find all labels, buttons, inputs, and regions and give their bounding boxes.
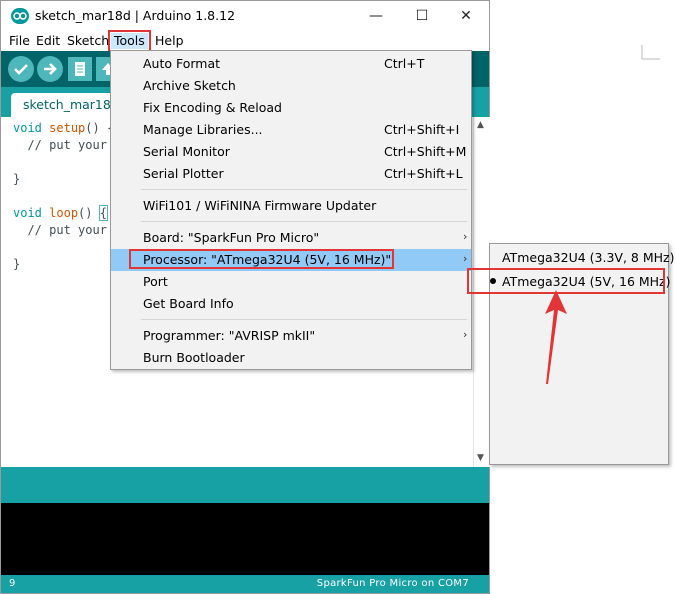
new-sketch-button[interactable] [68,57,92,81]
menu-bar: File Edit Sketch Tools Help [1,30,489,52]
maximize-button[interactable]: ☐ [399,1,445,31]
menu-item-shortcut: Ctrl+Shift+L [384,166,463,181]
menu-item-label: Processor: "ATmega32U4 (5V, 16 MHz)" [143,252,392,267]
scroll-up-icon[interactable]: ▲ [477,120,484,130]
menu-item-label: Get Board Info [143,296,234,311]
menu-item-serial-plotter[interactable]: Serial Plotter Ctrl+Shift+L [111,163,471,185]
code-line: void loop() { [13,205,109,221]
menu-item-shortcut: Ctrl+Shift+M [384,144,467,159]
window-title: sketch_mar18d | Arduino 1.8.12 [35,8,236,23]
function-name: setup [49,121,86,135]
code-line: // put your [13,223,107,237]
menu-item-label: Manage Libraries... [143,122,263,137]
close-button[interactable]: ✕ [443,1,489,31]
console-output[interactable] [1,503,489,575]
menu-item-board[interactable]: Board: "SparkFun Pro Micro" › [111,227,471,249]
code-comment: // put your [27,138,107,152]
submenu-arrow-icon: › [463,252,468,265]
menu-item-auto-format[interactable]: Auto Format Ctrl+T [111,53,471,75]
page-corner-icon [641,45,660,60]
menu-item-label: Serial Monitor [143,144,230,159]
menu-item-label: Burn Bootloader [143,350,245,365]
new-file-icon [75,62,85,76]
menu-separator [141,189,467,190]
menu-item-archive-sketch[interactable]: Archive Sketch [111,75,471,97]
menu-item-label: Programmer: "AVRISP mkII" [143,328,316,343]
code-line: } [13,172,20,186]
keyword: void [13,121,42,135]
arrow-right-icon [44,63,57,75]
menu-edit[interactable]: Edit [33,33,63,49]
menu-item-burn-bootloader[interactable]: Burn Bootloader [111,347,471,369]
menu-item-manage-libraries[interactable]: Manage Libraries... Ctrl+Shift+I [111,119,471,141]
verify-button[interactable] [8,56,34,82]
matched-brace: { [98,205,109,221]
code-text: } [13,172,21,186]
processor-option-3v3[interactable]: ATmega32U4 (3.3V, 8 MHz) [490,247,674,269]
option-label: ATmega32U4 (3.3V, 8 MHz) [502,250,675,265]
menu-sketch[interactable]: Sketch [64,33,112,49]
menu-item-port[interactable]: Port [111,271,471,293]
tools-menu: Auto Format Ctrl+T Archive Sketch Fix En… [110,50,472,370]
status-strip [1,467,489,503]
code-line: void setup() { [13,121,114,135]
scroll-down-icon[interactable]: ▼ [477,453,484,463]
code-line: } [13,257,20,271]
function-name: loop [49,206,79,220]
menu-item-processor[interactable]: Processor: "ATmega32U4 (5V, 16 MHz)" › [111,249,471,271]
tab-sketch[interactable]: sketch_mar18d [11,93,121,117]
menu-item-label: Port [143,274,168,289]
menu-item-fix-encoding[interactable]: Fix Encoding & Reload [111,97,471,119]
menu-item-label: Serial Plotter [143,166,224,181]
menu-item-label: Board: "SparkFun Pro Micro" [143,230,320,245]
menu-separator [141,319,467,320]
menu-separator [141,221,467,222]
code-text: () [78,206,100,220]
menu-item-label: Auto Format [143,56,221,71]
keyword: void [13,206,42,220]
tab-label: sketch_mar18d [23,97,119,112]
menu-item-shortcut: Ctrl+Shift+I [384,122,460,137]
menu-file[interactable]: File [6,33,33,49]
status-footer: 9 SparkFun Pro Micro on COM7 [1,575,489,593]
menu-item-firmware-updater[interactable]: WiFi101 / WiFiNINA Firmware Updater [111,195,471,217]
submenu-arrow-icon: › [463,328,468,341]
submenu-arrow-icon: › [463,230,468,243]
menu-item-label: Archive Sketch [143,78,236,93]
menu-tools[interactable]: Tools [108,30,151,52]
menu-help[interactable]: Help [152,33,187,49]
minimize-button[interactable]: — [353,1,399,31]
code-comment: // put your [27,223,107,237]
checkmark-icon [14,64,28,75]
upload-button[interactable] [37,56,63,82]
menu-item-label: WiFi101 / WiFiNINA Firmware Updater [143,198,377,213]
annotation-arrow-icon [545,290,567,384]
arduino-logo-icon [11,8,29,24]
board-port-status: SparkFun Pro Micro on COM7 [316,578,469,589]
menu-item-serial-monitor[interactable]: Serial Monitor Ctrl+Shift+M [111,141,471,163]
menu-item-label: Fix Encoding & Reload [143,100,282,115]
code-line: // put your [13,138,107,152]
menu-item-programmer[interactable]: Programmer: "AVRISP mkII" › [111,325,471,347]
code-text: } [13,257,21,271]
menu-item-board-info[interactable]: Get Board Info [111,293,471,315]
menu-item-shortcut: Ctrl+T [384,56,425,71]
line-number: 9 [9,578,16,589]
title-bar[interactable]: sketch_mar18d | Arduino 1.8.12 — ☐ ✕ [1,1,489,31]
